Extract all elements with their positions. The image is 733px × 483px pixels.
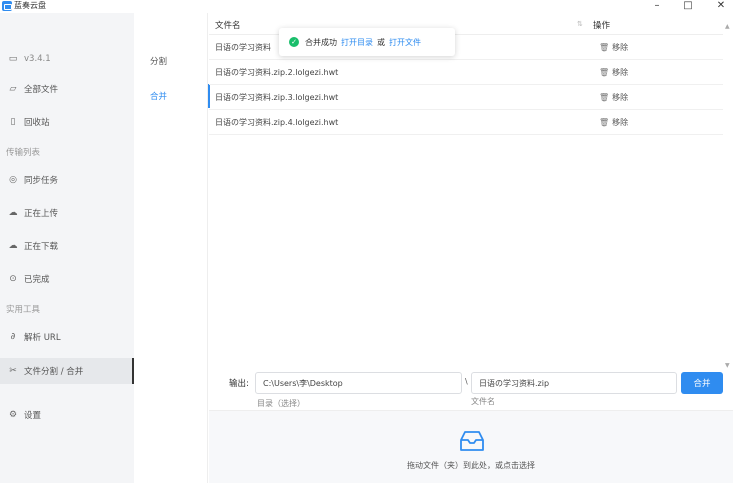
directory-hint: 目录（选择） <box>257 399 305 408</box>
filename-hint: 文件名 <box>471 397 495 406</box>
column-header-action: 操作 <box>593 21 611 31</box>
sidebar-item-parse-url[interactable]: ∂ 解析 URL <box>0 325 134 349</box>
trash-icon: 🗑 <box>599 93 610 102</box>
download-icon: ☁ <box>8 241 18 251</box>
close-button[interactable]: ✕ <box>709 0 733 13</box>
table-row: 日语の学习资料.zip.2.lolgezi.hwt 🗑 移除 <box>209 60 723 85</box>
version-label: v3.4.1 <box>24 54 51 64</box>
sidebar-item-label: 设置 <box>24 411 42 421</box>
output-filename-input[interactable] <box>471 372 677 394</box>
tab-split[interactable]: 分割 <box>150 55 167 67</box>
sidebar-item-uploading[interactable]: ☁ 正在上传 <box>0 201 134 225</box>
scroll-up-arrow-icon[interactable]: ▲ <box>725 23 730 30</box>
scissors-icon: ✂ <box>9 366 17 376</box>
minimize-button[interactable]: – <box>645 0 669 13</box>
sidebar-item-label: 解析 URL <box>24 333 61 343</box>
file-name: 日语の学习资料 <box>215 43 271 52</box>
success-toast: ✓ 合并成功 打开目录 或 打开文件 <box>279 28 455 56</box>
remove-label: 移除 <box>612 68 629 77</box>
remove-label: 移除 <box>612 118 629 127</box>
drop-zone[interactable]: 拖动文件（夹）到此处，或点击选择 <box>209 410 733 483</box>
open-directory-link[interactable]: 打开目录 <box>341 37 373 48</box>
sidebar-item-downloading[interactable]: ☁ 正在下载 <box>0 234 134 258</box>
table-row: 日语の学习资料.zip.3.lolgezi.hwt 🗑 移除 <box>209 85 723 110</box>
remove-label: 移除 <box>612 43 629 52</box>
tab-merge[interactable]: 合并 <box>150 90 167 102</box>
inbox-icon <box>460 431 484 451</box>
remove-button[interactable]: 🗑 移除 <box>599 42 628 53</box>
tools-section-header: 实用工具 <box>6 305 41 315</box>
app-logo-icon <box>2 1 12 11</box>
gear-icon: ⚙ <box>8 410 18 420</box>
file-name: 日语の学习资料.zip.4.lolgezi.hwt <box>215 118 339 127</box>
trash-icon: 🗑 <box>599 68 610 77</box>
sidebar-item-sync[interactable]: ◎ 同步任务 <box>0 168 134 192</box>
toast-or: 或 <box>377 37 385 47</box>
sort-icon[interactable]: ⇅ <box>577 20 583 28</box>
drop-zone-text: 拖动文件（夹）到此处，或点击选择 <box>407 461 535 470</box>
maximize-button[interactable]: □ <box>676 0 700 13</box>
file-name: 日语の学习资料.zip.3.lolgezi.hwt <box>215 93 339 102</box>
sidebar-item-label: 文件分割 / 合并 <box>24 367 84 377</box>
trash-icon: 🗑 <box>599 43 610 52</box>
file-name: 日语の学习资料.zip.2.lolgezi.hwt <box>215 68 339 77</box>
trash-icon: 🗑 <box>599 118 610 127</box>
folder-icon: ▱ <box>9 84 17 94</box>
table-row: 日语の学习资料.zip.4.lolgezi.hwt 🗑 移除 <box>209 110 723 135</box>
version-item: ▭ v3.4.1 <box>0 47 134 71</box>
remove-button[interactable]: 🗑 移除 <box>599 117 628 128</box>
sidebar-item-split-merge[interactable]: ✂ 文件分割 / 合并 <box>0 358 134 384</box>
link-icon: ∂ <box>10 332 16 342</box>
app-title: 蓝奏云盘 <box>14 1 46 10</box>
transfer-section-header: 传输列表 <box>6 148 41 158</box>
path-separator: \ <box>465 377 468 386</box>
remove-label: 移除 <box>612 93 629 102</box>
upload-icon: ☁ <box>8 208 18 218</box>
drive-icon: ▭ <box>8 54 18 64</box>
sidebar-item-label: 同步任务 <box>24 176 59 186</box>
check-icon: ✓ <box>289 37 299 47</box>
toast-message: 合并成功 <box>305 37 337 47</box>
title-bar: 蓝奏云盘 – □ ✕ <box>0 0 733 13</box>
remove-button[interactable]: 🗑 移除 <box>599 92 628 103</box>
output-label: 输出: <box>229 379 249 389</box>
sidebar: ▭ v3.4.1 ▱ 全部文件 ▯ 回收站 传输列表 ◎ 同步任务 ☁ 正在上传… <box>0 13 134 483</box>
remove-button[interactable]: 🗑 移除 <box>599 67 628 78</box>
merge-button[interactable]: 合并 <box>681 372 723 394</box>
sidebar-item-label: 回收站 <box>24 118 50 128</box>
column-header-name: 文件名 <box>215 21 241 31</box>
sidebar-item-label: 已完成 <box>24 275 50 285</box>
output-directory-input[interactable] <box>255 372 462 394</box>
sidebar-item-recycle-bin[interactable]: ▯ 回收站 <box>0 110 134 134</box>
sidebar-item-settings[interactable]: ⚙ 设置 <box>0 403 134 427</box>
sync-icon: ◎ <box>9 175 17 185</box>
sidebar-item-all-files[interactable]: ▱ 全部文件 <box>0 77 134 101</box>
subnav: 分割 合并 <box>134 13 208 483</box>
sidebar-item-label: 正在下载 <box>24 242 59 252</box>
open-file-link[interactable]: 打开文件 <box>389 37 421 48</box>
check-circle-icon: ⊙ <box>9 274 17 284</box>
sidebar-item-label: 全部文件 <box>24 85 59 95</box>
sidebar-item-label: 正在上传 <box>24 209 59 219</box>
sidebar-item-completed[interactable]: ⊙ 已完成 <box>0 267 134 291</box>
trash-icon: ▯ <box>10 117 16 127</box>
scroll-down-arrow-icon[interactable]: ▼ <box>725 362 730 369</box>
